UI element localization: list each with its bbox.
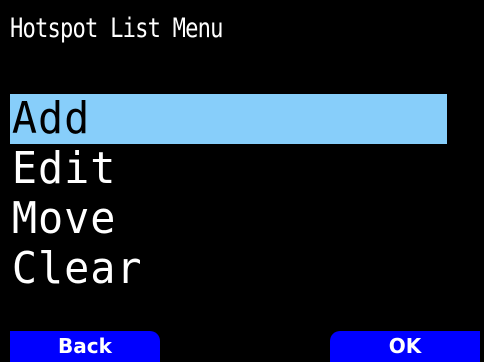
ok-button[interactable]: OK: [330, 331, 480, 362]
back-button[interactable]: Back: [10, 331, 160, 362]
menu-item-move[interactable]: Move: [10, 194, 447, 244]
menu-item-add[interactable]: Add: [10, 94, 447, 144]
menu-item-label: Add: [11, 93, 91, 144]
menu-item-label: Move: [11, 193, 117, 244]
radio-display: Hotspot List Menu Add Edit Move Clear Ba…: [0, 0, 484, 362]
menu-item-clear[interactable]: Clear: [10, 244, 447, 294]
menu-list: Add Edit Move Clear: [10, 94, 470, 294]
menu-item-label: Clear: [11, 243, 143, 294]
menu-item-label: Edit: [11, 143, 117, 194]
menu-item-edit[interactable]: Edit: [10, 144, 447, 194]
page-title: Hotspot List Menu: [10, 13, 223, 44]
